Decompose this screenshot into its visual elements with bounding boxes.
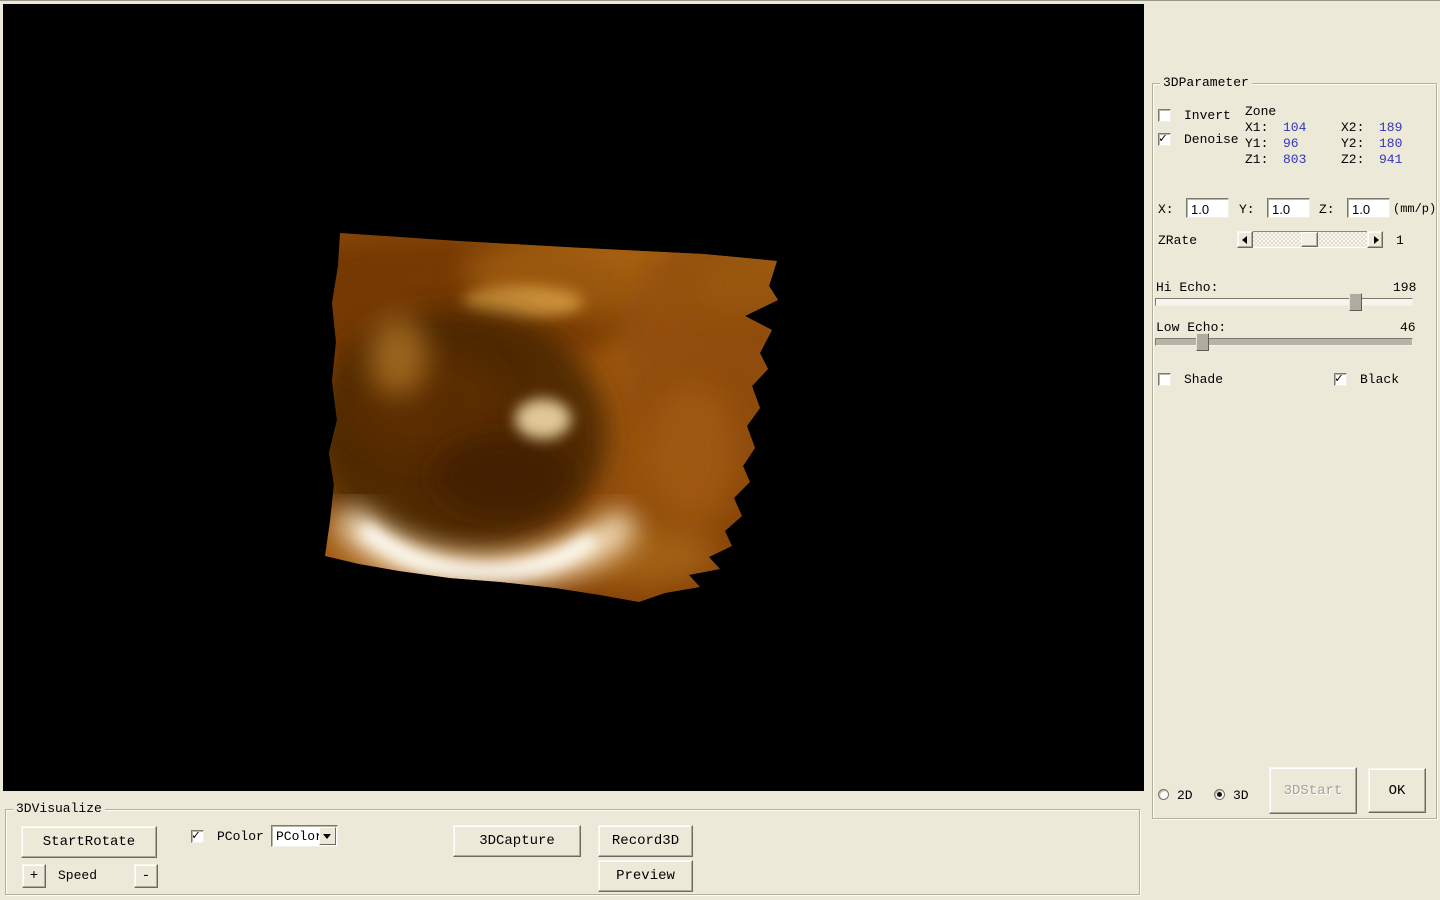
invert-label: Invert xyxy=(1184,108,1231,123)
shade-checkbox[interactable] xyxy=(1158,373,1171,386)
zrate-value: 1 xyxy=(1396,233,1404,248)
invert-checkbox[interactable] xyxy=(1158,109,1171,122)
hi-echo-label: Hi Echo: xyxy=(1156,280,1218,295)
3dcapture-button[interactable]: 3DCapture xyxy=(453,825,581,857)
zrate-left-arrow[interactable] xyxy=(1237,231,1253,248)
black-label: Black xyxy=(1360,372,1399,387)
low-echo-track[interactable] xyxy=(1155,338,1413,346)
zrate-track[interactable] xyxy=(1253,231,1367,248)
scale-y-input[interactable] xyxy=(1267,198,1310,218)
zone-x1-value: 104 xyxy=(1283,120,1306,135)
visualize-title: 3DVisualize xyxy=(13,801,105,817)
low-echo-thumb[interactable] xyxy=(1196,333,1209,351)
mode-2d-label: 2D xyxy=(1177,788,1193,803)
hi-echo-thumb[interactable] xyxy=(1349,293,1362,311)
scale-z-label: Z: xyxy=(1319,202,1335,217)
zone-x1-label: X1: xyxy=(1245,120,1268,135)
pcolor-dropdown-value: PColor xyxy=(276,829,323,844)
pcolor-checkbox[interactable] xyxy=(191,830,204,843)
chevron-down-icon[interactable] xyxy=(319,827,336,845)
start-rotate-button[interactable]: StartRotate xyxy=(21,826,157,858)
low-echo-label: Low Echo: xyxy=(1156,320,1226,335)
zone-z1-label: Z1: xyxy=(1245,152,1268,167)
black-checkbox[interactable] xyxy=(1334,373,1347,386)
zone-y1-label: Y1: xyxy=(1245,136,1268,151)
preview-button[interactable]: Preview xyxy=(598,860,693,892)
denoise-label: Denoise xyxy=(1184,132,1239,147)
zrate-thumb[interactable] xyxy=(1301,232,1318,247)
scale-z-input[interactable] xyxy=(1347,198,1390,218)
pcolor-label: PColor xyxy=(217,829,264,844)
scale-x-input[interactable] xyxy=(1186,198,1229,218)
shade-label: Shade xyxy=(1184,372,1223,387)
zone-y2-value: 180 xyxy=(1379,136,1402,151)
speed-plus-button[interactable]: + xyxy=(22,864,46,888)
visualize-groupbox: 3DVisualize StartRotate + Speed - PColor… xyxy=(5,809,1140,895)
mode-3d-label: 3D xyxy=(1233,788,1249,803)
parameter-groupbox: 3DParameter Invert Denoise Zone X1: 104 … xyxy=(1152,83,1437,819)
speed-label: Speed xyxy=(58,868,97,883)
denoise-checkbox[interactable] xyxy=(1158,133,1171,146)
hi-echo-value: 198 xyxy=(1393,280,1416,295)
zone-y2-label: Y2: xyxy=(1341,136,1364,151)
zone-x2-value: 189 xyxy=(1379,120,1402,135)
scale-y-label: Y: xyxy=(1239,202,1255,217)
zone-z2-value: 941 xyxy=(1379,152,1402,167)
zrate-right-arrow[interactable] xyxy=(1367,231,1383,248)
mode-2d-radio[interactable] xyxy=(1158,789,1169,800)
pcolor-dropdown[interactable]: PColor xyxy=(271,825,338,847)
render-viewport[interactable] xyxy=(3,4,1144,791)
hi-echo-track[interactable] xyxy=(1155,298,1413,306)
zone-z2-label: Z2: xyxy=(1341,152,1364,167)
parameter-title: 3DParameter xyxy=(1160,75,1252,91)
mode-3d-radio[interactable] xyxy=(1214,789,1225,800)
ok-button[interactable]: OK xyxy=(1368,768,1426,813)
3dstart-button[interactable]: 3DStart xyxy=(1269,767,1357,814)
zrate-scrollbar[interactable] xyxy=(1237,231,1383,248)
scale-unit-label: (mm/p) xyxy=(1393,202,1436,217)
zone-y1-value: 96 xyxy=(1283,136,1299,151)
zone-label: Zone xyxy=(1245,104,1276,119)
ultrasound-render xyxy=(3,4,1144,791)
low-echo-value: 46 xyxy=(1400,320,1416,335)
speed-minus-button[interactable]: - xyxy=(134,864,158,888)
scale-x-label: X: xyxy=(1158,202,1174,217)
zrate-label: ZRate xyxy=(1158,233,1197,248)
zone-z1-value: 803 xyxy=(1283,152,1306,167)
record3d-button[interactable]: Record3D xyxy=(598,825,693,857)
zone-x2-label: X2: xyxy=(1341,120,1364,135)
